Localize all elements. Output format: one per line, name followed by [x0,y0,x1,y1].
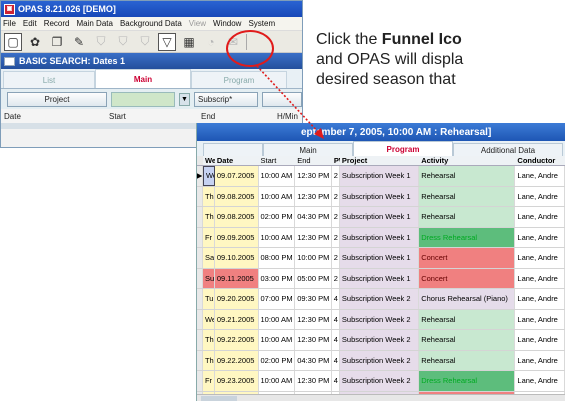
pointer-arrow [256,65,324,139]
tutorial-slide: Click the Funnel Ico and OPAS will displ… [0,0,565,401]
